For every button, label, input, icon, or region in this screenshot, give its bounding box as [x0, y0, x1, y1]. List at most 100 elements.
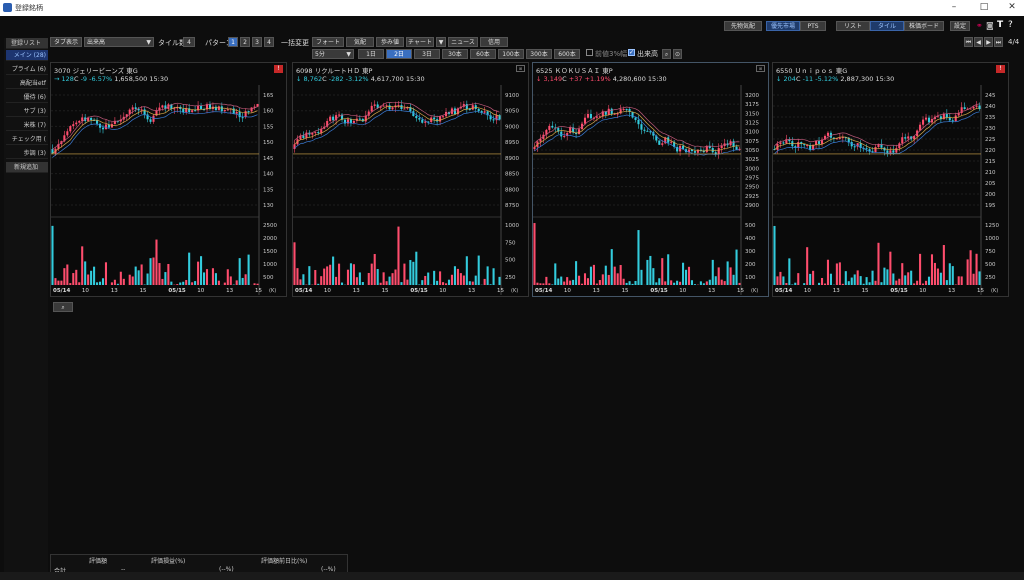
sidebar-item-pace[interactable]: 歩調 (3) — [6, 148, 48, 159]
refresh-icon[interactable]: ⊙ — [673, 49, 682, 59]
volume-bar — [708, 279, 711, 285]
quote-button[interactable]: 気配 — [346, 37, 374, 47]
interval-select[interactable]: 5分 ▼ — [312, 49, 354, 59]
volume-bar — [93, 266, 96, 285]
tile-view-button[interactable]: タイル — [870, 21, 904, 31]
text-size-icon[interactable]: T — [997, 20, 1003, 30]
volume-bar — [794, 282, 797, 285]
range-3d-button[interactable]: 3日 — [414, 49, 440, 59]
candle-body — [586, 113, 590, 118]
sidebar-item-main[interactable]: メイン (28) — [6, 50, 48, 61]
price-tick-label: 205 — [985, 181, 996, 187]
price-flag: C — [73, 75, 79, 83]
candle-body — [670, 141, 673, 143]
volume-bar — [782, 276, 785, 285]
candle-body — [223, 109, 226, 112]
help-icon[interactable]: ? — [1008, 20, 1013, 30]
price-change: -11 — [802, 75, 814, 83]
priority-market-button[interactable]: 優先市場 — [766, 21, 800, 31]
volume-bar — [326, 266, 329, 285]
sidebar-item-high-dividend[interactable]: 高配当etf — [6, 78, 48, 89]
top-toolbar: 先物気配 優先市場 PTS リスト タイル 株価ボード 設定 ⚭ ◙ T ? — [0, 16, 1024, 36]
pattern-3-button[interactable]: 3 — [252, 37, 262, 47]
stock-tile[interactable]: 3070 ジェリービーンズ 東G! → 128C -9 -6.57% 1,658,… — [50, 62, 287, 297]
stock-tile[interactable]: 6525 ＫＯＫＵＳＡＩ 東P ⊞ ↓ 3,149C +37 +1.19% 4,28… — [532, 62, 769, 297]
add-list-button[interactable]: 新規追加 — [6, 162, 48, 173]
minimize-icon[interactable]: – — [944, 2, 964, 12]
candle-body — [637, 119, 640, 125]
range-60-button[interactable]: 60本 — [470, 49, 496, 59]
prev-page-icon[interactable]: ◀ — [974, 37, 983, 47]
range-100-button[interactable]: 100本 — [498, 49, 524, 59]
list-view-button[interactable]: リスト — [836, 21, 870, 31]
fort-button[interactable]: フォート — [312, 37, 344, 47]
candlestick-chart[interactable]: 2452402352302252202152102052001951250100… — [773, 85, 1008, 295]
stock-tile[interactable]: 6098 リクルートＨＤ 東P ⊞ ↓ 8,762C -282 -3.12% 4,6… — [292, 62, 529, 297]
sidebar-item-sub[interactable]: サブ (3) — [6, 106, 48, 117]
candlestick-chart[interactable]: 9100 9050 9000 8950 8900 8850 8800 8750 1000 750 5… — [293, 85, 528, 295]
close-icon[interactable]: ✕ — [1002, 2, 1022, 12]
stock-board-button[interactable]: 株価ボード — [904, 21, 944, 31]
candle-body — [975, 105, 978, 107]
ticks-button[interactable]: 歩み値 — [376, 37, 404, 47]
volume-bar — [936, 268, 939, 285]
volume-bar — [838, 262, 841, 285]
sidebar-item-benefits[interactable]: 優待 (6) — [6, 92, 48, 103]
expand-icon[interactable]: ⊞ — [516, 65, 525, 72]
volume-bar — [927, 276, 931, 285]
stock-tile[interactable]: 6550 Ｕｎｉｐｏｓ 東G! ↓ 204C -11 -5.12% 2,887,3… — [772, 62, 1009, 297]
futures-quote-button[interactable]: 先物気配 — [724, 21, 762, 31]
candlestick-chart[interactable]: 3200 3175 3150 3125 3100 3075 3050 3025 3000 2975… — [533, 85, 768, 295]
range-2d-button[interactable]: 2日 — [386, 49, 412, 59]
link-icon[interactable]: ⚭ — [976, 21, 983, 30]
volume-tick-label: 2000 — [263, 236, 277, 242]
volume-unit-label: (K) — [991, 288, 998, 294]
x-tick-label: 13 — [593, 288, 600, 294]
x-tick-label: 05/14 — [535, 288, 552, 294]
range-30-button[interactable]: 30本 — [442, 49, 468, 59]
stock-name: Ｕｎｉｐｏｓ — [794, 67, 834, 75]
prev-close-3pct-checkbox[interactable] — [586, 49, 593, 56]
volume-bar — [388, 276, 391, 285]
sidebar-item-check[interactable]: チェック用 ( — [6, 134, 48, 145]
chevron-down-icon: ▼ — [146, 39, 151, 46]
candlestick-chart[interactable]: 165 160 155 150 145 140 135 130 2500 2000 1500 1000… — [51, 85, 286, 295]
tile-count-stepper[interactable]: 4 — [183, 37, 195, 47]
maximize-icon[interactable]: □ — [974, 2, 994, 12]
last-page-icon[interactable]: ⏭ — [994, 37, 1003, 47]
sort-select[interactable]: 出来高 ▼ — [84, 37, 154, 47]
price-tick-label: 8850 — [505, 172, 519, 178]
alert-icon[interactable]: ! — [274, 65, 283, 73]
search-icon[interactable]: ⌕ — [53, 302, 73, 312]
pattern-4-button[interactable]: 4 — [264, 37, 274, 47]
pattern-2-button[interactable]: 2 — [240, 37, 250, 47]
volume-bar — [803, 283, 806, 285]
chart-dropdown-icon[interactable]: ▼ — [436, 37, 446, 47]
volume-bar — [948, 263, 951, 285]
alert-icon[interactable]: ! — [996, 65, 1005, 73]
volume-tick-label: 2500 — [263, 223, 277, 229]
volume-bar — [323, 268, 326, 285]
volume-bar — [880, 282, 883, 285]
volume-checkbox[interactable]: ✓ — [628, 49, 635, 56]
first-page-icon[interactable]: ⏮ — [964, 37, 973, 47]
chart-button[interactable]: チャート — [406, 37, 434, 47]
pattern-1-button[interactable]: 1 — [228, 37, 238, 47]
expand-icon[interactable]: ⊞ — [756, 65, 765, 72]
sidebar-item-prime[interactable]: プライム (6) — [6, 64, 48, 75]
x-tick-label: 10 — [564, 288, 571, 294]
margin-button[interactable]: 信用 — [480, 37, 508, 47]
volume-bar — [486, 266, 489, 285]
range-1d-button[interactable]: 1日 — [358, 49, 384, 59]
camera-icon[interactable]: ◙ — [986, 21, 994, 30]
zoom-icon[interactable]: ⌕ — [662, 49, 671, 59]
range-600-button[interactable]: 600本 — [554, 49, 580, 59]
news-button[interactable]: ニュース — [448, 37, 478, 47]
pts-button[interactable]: PTS — [800, 21, 826, 31]
candle-body — [87, 117, 90, 121]
range-300-button[interactable]: 300本 — [526, 49, 552, 59]
next-page-icon[interactable]: ▶ — [984, 37, 993, 47]
settings-button[interactable]: 設定 — [950, 21, 970, 31]
tab-display-button[interactable]: タブ表示 — [50, 37, 82, 47]
sidebar-item-us-stocks[interactable]: 米株 (7) — [6, 120, 48, 131]
